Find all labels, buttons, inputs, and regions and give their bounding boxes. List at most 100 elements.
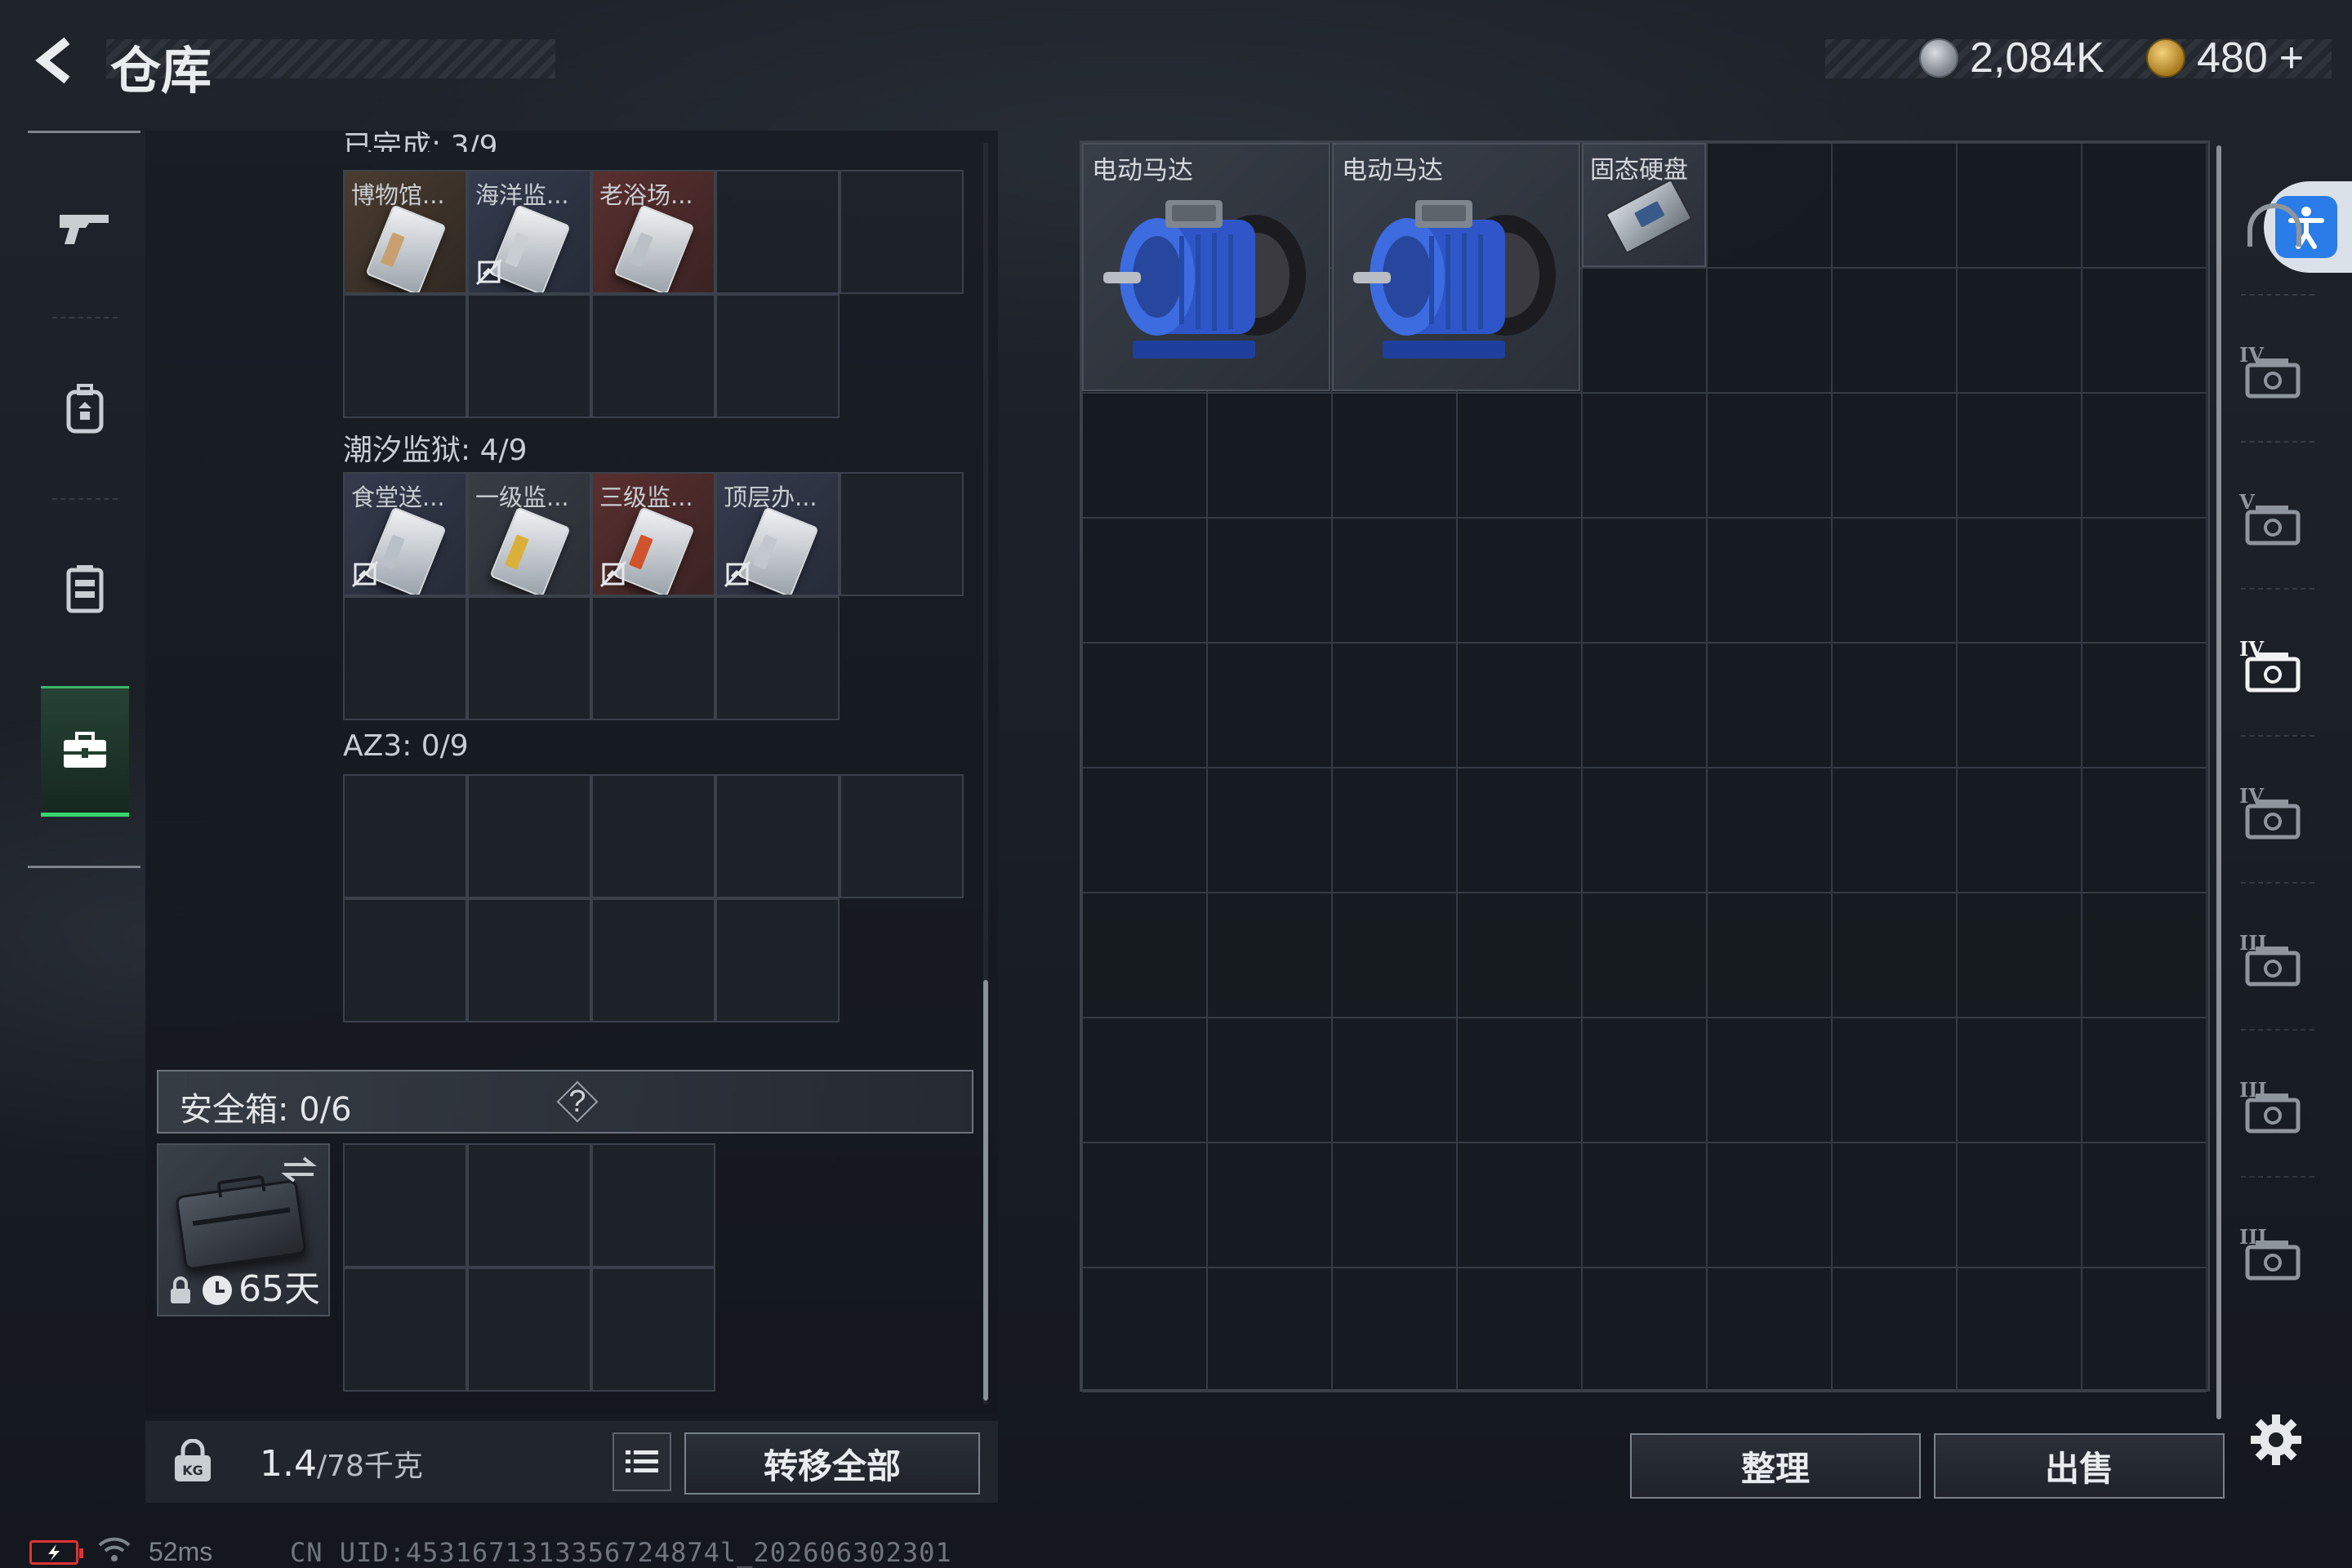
storage-slot[interactable] (1457, 393, 1582, 518)
storage-slot[interactable] (1082, 1018, 1207, 1143)
storage-slot[interactable] (2082, 643, 2207, 768)
storage-slot[interactable] (1332, 1018, 1457, 1143)
storage-slot[interactable] (2082, 1018, 2207, 1143)
storage-slot[interactable] (2082, 393, 2207, 518)
storage-slot[interactable] (1707, 143, 1832, 268)
transfer-all-button[interactable]: 转移全部 (684, 1432, 980, 1494)
warehouse-iii-c-tab-icon[interactable]: III (2230, 1186, 2319, 1325)
top-empty-slot[interactable] (591, 294, 715, 418)
az3-empty-slot[interactable] (467, 774, 591, 898)
keycard-item[interactable]: 博物馆... (343, 170, 467, 294)
storage-slot[interactable] (1582, 643, 1707, 768)
storage-slot[interactable] (1082, 893, 1207, 1018)
sort-button[interactable]: 整理 (1630, 1433, 1921, 1499)
back-arrow-icon[interactable] (24, 31, 83, 90)
az3-empty-slot[interactable] (715, 774, 840, 898)
storage-slot[interactable] (1332, 518, 1457, 643)
storage-slot[interactable] (1832, 393, 1957, 518)
storage-slot[interactable] (1707, 393, 1832, 518)
storage-slot[interactable] (1457, 1267, 1582, 1392)
keycard-item[interactable]: 老浴场... (591, 170, 715, 294)
storage-slot[interactable] (1082, 1267, 1207, 1392)
top-empty-slot[interactable] (715, 294, 840, 418)
storage-slot[interactable] (1832, 768, 1957, 893)
currency-gold[interactable]: 480 + (2146, 29, 2304, 87)
storage-slot[interactable] (1457, 768, 1582, 893)
safebox-empty-slot[interactable] (467, 1267, 591, 1392)
storage-slot[interactable] (1707, 268, 1832, 393)
az3-empty-slot[interactable] (591, 774, 715, 898)
storage-slot[interactable] (1582, 893, 1707, 1018)
storage-slot[interactable] (2082, 1267, 2207, 1392)
az3-empty-slot[interactable] (467, 898, 591, 1022)
storage-slot[interactable] (2082, 1143, 2207, 1267)
tide-empty-slot[interactable] (467, 596, 591, 720)
storage-slot[interactable] (1457, 1143, 1582, 1267)
az3-empty-slot[interactable] (343, 898, 467, 1022)
warehouse-iv-tab-icon[interactable]: IV (2230, 304, 2319, 443)
tide-empty-slot[interactable] (715, 596, 840, 720)
az3-empty-slot[interactable] (840, 774, 964, 898)
top-empty-slot[interactable] (343, 294, 467, 418)
storage-slot[interactable] (1207, 893, 1332, 1018)
storage-slot[interactable] (1957, 643, 2082, 768)
storage-slot[interactable] (1957, 1267, 2082, 1392)
storage-slot[interactable] (1207, 1267, 1332, 1392)
storage-slot[interactable] (1957, 393, 2082, 518)
storage-slot[interactable] (1957, 1143, 2082, 1267)
keycard-item[interactable]: 海洋监... (467, 170, 591, 294)
storage-slot[interactable] (1082, 768, 1207, 893)
nav-backpack[interactable] (28, 343, 142, 474)
storage-slot[interactable] (1207, 768, 1332, 893)
storage-slot[interactable] (1582, 268, 1707, 393)
safebox-empty-slot[interactable] (343, 1267, 467, 1392)
az3-empty-slot[interactable] (591, 898, 715, 1022)
storage-slot[interactable] (1582, 768, 1707, 893)
storage-slot[interactable] (1707, 1267, 1832, 1392)
storage-slot[interactable] (1582, 393, 1707, 518)
storage-slot[interactable] (1582, 1143, 1707, 1267)
swap-icon[interactable] (279, 1153, 318, 1186)
storage-slot[interactable] (1332, 768, 1457, 893)
storage-slot[interactable] (2082, 518, 2207, 643)
nav-vest[interactable] (28, 523, 142, 653)
storage-slot[interactable] (1582, 1267, 1707, 1392)
storage-slot[interactable] (1707, 893, 1832, 1018)
storage-slot[interactable] (1457, 518, 1582, 643)
storage-slot[interactable] (1207, 518, 1332, 643)
storage-slot[interactable] (1207, 1143, 1332, 1267)
top-empty-slot[interactable] (467, 294, 591, 418)
sell-button[interactable]: 出售 (1934, 1433, 2225, 1499)
storage-slot[interactable] (1332, 643, 1457, 768)
safebox-container-slot[interactable]: 65天 (157, 1143, 330, 1316)
storage-slot[interactable] (1707, 1018, 1832, 1143)
tide-empty-slot[interactable] (591, 596, 715, 720)
warehouse-v-tab-icon[interactable]: V (2230, 451, 2319, 590)
storage-slot[interactable] (2082, 768, 2207, 893)
right-scrollbar[interactable] (2216, 145, 2221, 1419)
storage-slot[interactable] (1332, 1267, 1457, 1392)
storage-slot[interactable] (1832, 1267, 1957, 1392)
storage-slot[interactable] (2082, 268, 2207, 393)
storage-slot[interactable] (1457, 1018, 1582, 1143)
storage-slot[interactable] (1957, 143, 2082, 268)
settings-gear-icon[interactable] (2247, 1411, 2305, 1468)
left-scrollbar-thumb[interactable] (983, 980, 988, 1401)
warehouse-iii-b-tab-icon[interactable]: III (2230, 1039, 2319, 1178)
tide-empty-slot[interactable] (840, 472, 964, 596)
top-empty-slot[interactable] (715, 170, 840, 294)
helmet-tab-icon[interactable] (2230, 157, 2319, 296)
storage-slot[interactable] (1957, 768, 2082, 893)
storage-item-electric-motor[interactable]: 电动马达 (1082, 143, 1330, 391)
warehouse-iii-tab-icon[interactable]: III (2230, 892, 2319, 1031)
storage-slot[interactable] (1707, 768, 1832, 893)
storage-slot[interactable] (1957, 268, 2082, 393)
storage-slot[interactable] (1832, 893, 1957, 1018)
safebox-empty-slot[interactable] (467, 1143, 591, 1267)
storage-slot[interactable] (1332, 893, 1457, 1018)
storage-slot[interactable] (1832, 143, 1957, 268)
storage-slot[interactable] (2082, 143, 2207, 268)
nav-weapons[interactable] (28, 163, 142, 294)
storage-slot[interactable] (1957, 518, 2082, 643)
az3-empty-slot[interactable] (343, 774, 467, 898)
